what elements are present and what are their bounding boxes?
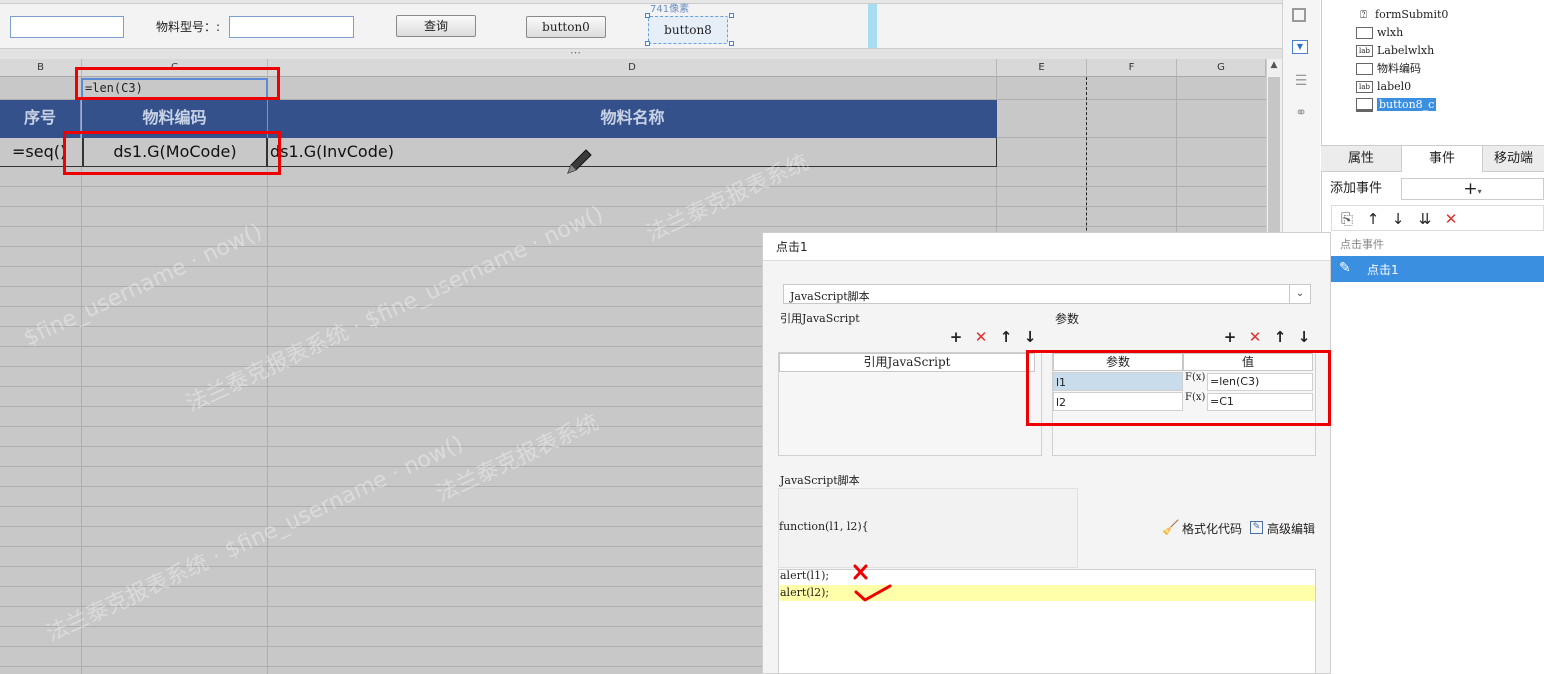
form-text-input-1[interactable] (10, 16, 124, 38)
button-icon (1356, 98, 1373, 112)
annotation-red-box (75, 67, 280, 100)
tree-item-label: 物料编码 (1377, 62, 1421, 75)
add-param-icon[interactable]: + (1222, 329, 1238, 345)
column-header-d[interactable]: D (268, 59, 997, 77)
dialog-title: 点击1 (776, 240, 808, 254)
query-button[interactable]: 查询 (396, 15, 476, 37)
resize-handle[interactable] (645, 13, 650, 18)
edit-icon[interactable]: ✎ (1250, 521, 1263, 534)
textfield-icon (1356, 27, 1373, 39)
size-hint: 741像素 (650, 4, 690, 15)
event-item-label: 点击1 (1367, 263, 1399, 277)
advanced-edit-button[interactable]: 高级编辑 (1267, 521, 1315, 537)
grid-line (0, 226, 1266, 227)
annotation-red-box (1026, 350, 1331, 426)
move-bottom-icon[interactable]: ⇊ (1416, 210, 1434, 228)
column-header-b[interactable]: B (0, 59, 82, 77)
script-type-value: JavaScript脚本 (790, 290, 870, 303)
watermark: 法兰泰克报表系统 · $fine_username · now() (42, 431, 468, 648)
param-down-icon[interactable]: ↓ (1296, 329, 1312, 345)
column-header-g[interactable]: G (1177, 59, 1266, 77)
tree-item-formsubmit0[interactable]: ⍰ formSubmit0 (1356, 6, 1448, 23)
annotation-red-box (63, 131, 281, 175)
script-type-select[interactable]: JavaScript脚本 ⌄ (783, 284, 1311, 304)
event-item-click1[interactable]: ✎ 点击1 (1331, 256, 1544, 282)
wrong-mark-icon (853, 564, 868, 580)
event-group-label: 点击事件 (1340, 238, 1384, 251)
scroll-up-icon[interactable]: ▲ (1268, 60, 1280, 72)
scrollbar-thumb[interactable] (1268, 77, 1280, 237)
form-boundary (868, 4, 877, 48)
header-cell-name[interactable]: 物料名称 (268, 100, 997, 138)
tree-item-material-code[interactable]: 物料编码 (1356, 60, 1421, 77)
move-down-icon[interactable]: ↓ (1389, 210, 1407, 228)
column-header-f[interactable]: F (1087, 59, 1177, 77)
column-header-e[interactable]: E (997, 59, 1087, 77)
param-up-icon[interactable]: ↑ (1272, 329, 1288, 345)
grid-line (0, 186, 1266, 187)
button0[interactable]: button0 (526, 16, 606, 38)
dialog-title-bar (763, 233, 1330, 261)
pencil-icon: ✎ (1339, 260, 1351, 276)
broom-icon[interactable]: 🧹 (1162, 520, 1179, 536)
layer-icon[interactable]: ☰ (1292, 72, 1310, 90)
label-icon: lab (1356, 81, 1373, 93)
add-ref-icon[interactable]: + (948, 329, 964, 345)
tree-item-label: label0 (1377, 80, 1412, 93)
function-signature: function(l1, l2){ (779, 520, 869, 533)
ref-js-label: 引用JavaScript (780, 312, 860, 325)
textfield-icon (1356, 63, 1373, 75)
format-code-button[interactable]: 格式化代码 (1182, 521, 1242, 537)
tab-mobile[interactable]: 移动端 (1483, 146, 1544, 172)
add-event-label: 添加事件 (1330, 181, 1383, 196)
resize-handle[interactable] (645, 41, 650, 46)
chevron-down-icon: ▾ (1477, 187, 1482, 196)
event-toolbar (1331, 205, 1544, 231)
tree-item-labelwlxh[interactable]: lab Labelwlxh (1356, 42, 1434, 59)
tab-properties[interactable]: 属性 (1321, 146, 1401, 172)
splitter[interactable]: ⋯ (0, 46, 1282, 59)
add-event-dropdown[interactable]: +▾ (1401, 178, 1544, 200)
remove-param-icon[interactable]: ✕ (1247, 329, 1263, 345)
form-submit-icon: ⍰ (1360, 8, 1367, 21)
tree-item-label: button8_c (1377, 98, 1437, 111)
data-cell-name[interactable]: ds1.G(InvCode) (268, 138, 997, 167)
tree-item-label: wlxh (1377, 26, 1404, 39)
params-label: 参数 (1055, 312, 1080, 326)
tree-item-label0[interactable]: lab label0 (1356, 78, 1411, 95)
ref-up-icon[interactable]: ↑ (998, 329, 1014, 345)
tree-item-button8-c[interactable]: button8_c (1356, 96, 1437, 113)
move-up-icon[interactable]: ↑ (1364, 210, 1382, 228)
delete-icon[interactable]: ✕ (1442, 210, 1460, 228)
remove-ref-icon[interactable]: ✕ (973, 329, 989, 345)
ref-js-column: 引用JavaScript (779, 353, 1035, 372)
tree-item-label: formSubmit0 (1375, 8, 1449, 21)
script-label: JavaScript脚本 (780, 474, 860, 487)
check-mark-icon (854, 584, 892, 602)
splitter-grip: ⋯ (570, 46, 581, 59)
container-icon[interactable] (1292, 8, 1306, 22)
chevron-down-icon[interactable]: ⌄ (1289, 285, 1310, 303)
button8[interactable]: button8 (648, 16, 728, 44)
plus-icon: + (1463, 179, 1478, 199)
material-model-input[interactable] (229, 16, 354, 38)
grid-line (0, 206, 1266, 207)
resize-handle[interactable] (729, 13, 734, 18)
code-line-2[interactable]: alert(l2); (780, 585, 829, 601)
code-line-1[interactable]: alert(l1); (780, 568, 829, 584)
link-icon[interactable]: ⚭ (1292, 104, 1310, 122)
tree-item-label: Labelwlxh (1377, 44, 1435, 57)
label-icon: lab (1356, 45, 1373, 57)
tree-item-wlxh[interactable]: wlxh (1356, 24, 1403, 41)
annotation-marks (853, 564, 892, 602)
dropdown-widget-icon[interactable]: ▼ (1292, 40, 1308, 54)
material-model-label: 物料型号：: (156, 20, 221, 34)
ref-down-icon[interactable]: ↓ (1022, 329, 1038, 345)
pencil-cursor-icon (567, 149, 592, 174)
copy-icon[interactable]: ⎘ (1338, 210, 1356, 228)
tab-events[interactable]: 事件 (1401, 146, 1483, 172)
resize-handle[interactable] (729, 41, 734, 46)
